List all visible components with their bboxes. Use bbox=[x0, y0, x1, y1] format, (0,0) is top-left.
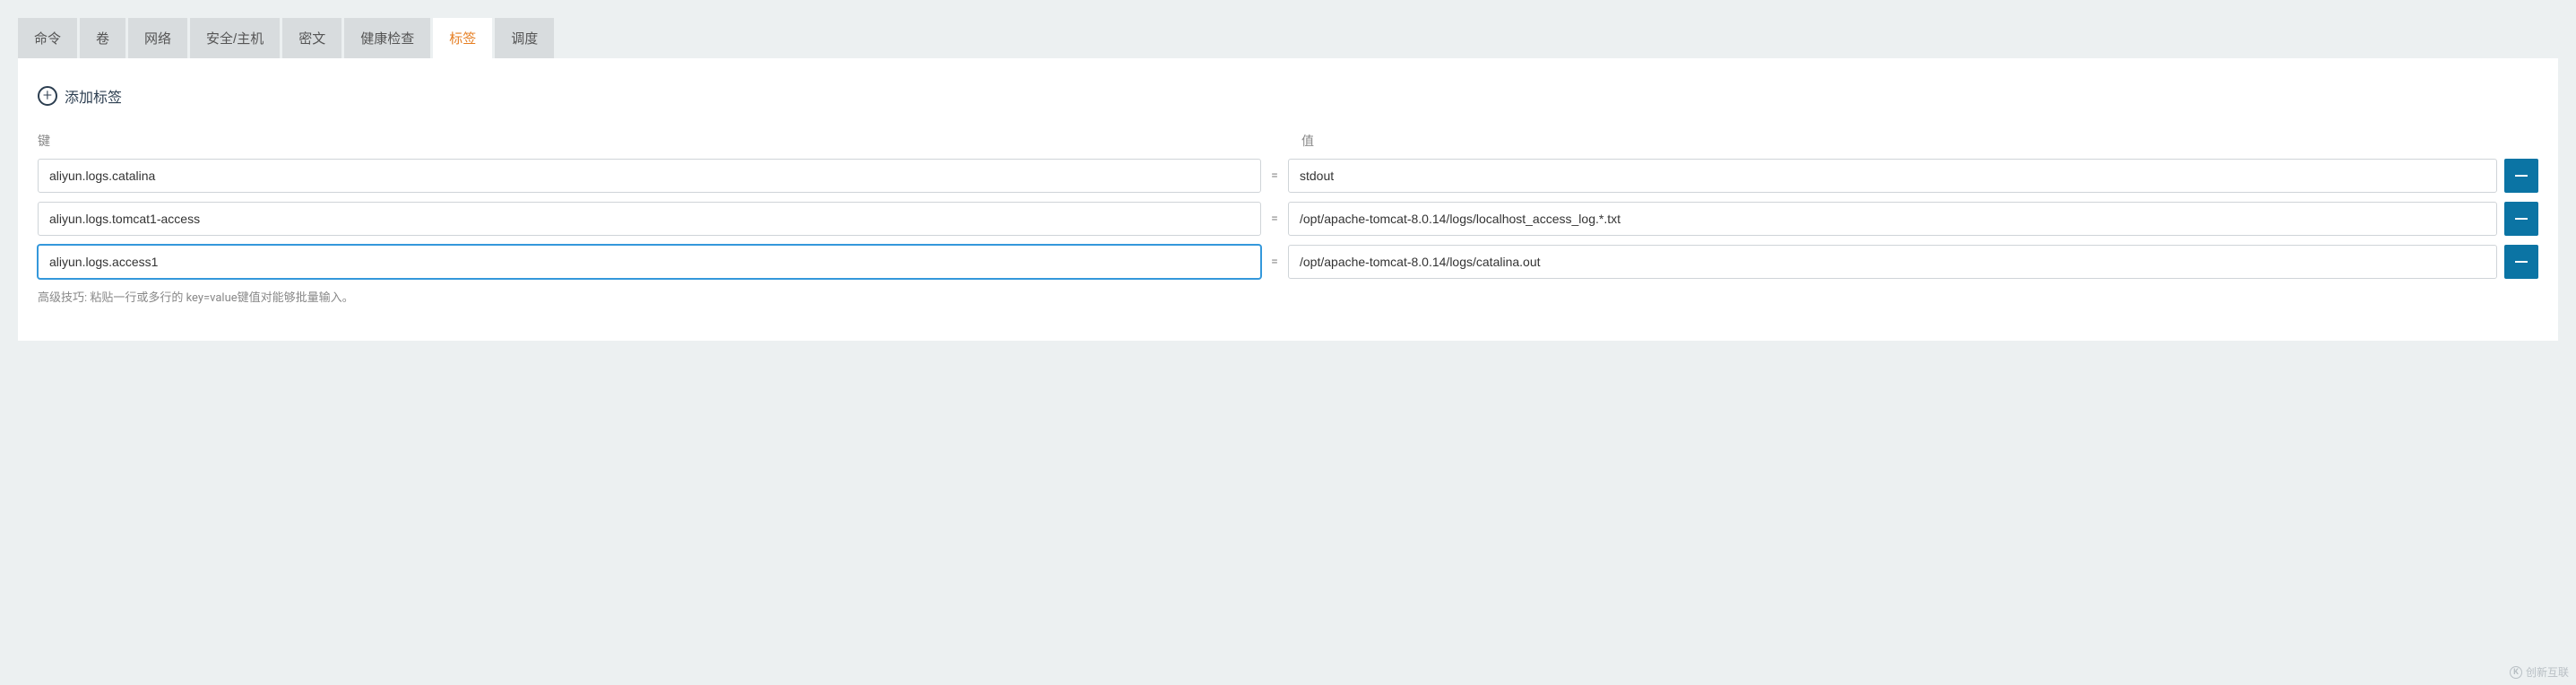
tab-labels[interactable]: 标签 bbox=[433, 18, 492, 58]
tab-security-host[interactable]: 安全/主机 bbox=[190, 18, 280, 58]
tab-volumes[interactable]: 卷 bbox=[80, 18, 125, 58]
hint-text: 高级技巧: 粘贴一行或多行的 key=value键值对能够批量输入。 bbox=[38, 288, 2538, 305]
header-eq bbox=[1275, 132, 1301, 150]
tab-scheduling[interactable]: 调度 bbox=[495, 18, 554, 58]
tab-secrets[interactable]: 密文 bbox=[282, 18, 341, 58]
tab-healthcheck[interactable]: 健康检查 bbox=[344, 18, 430, 58]
header-value: 值 bbox=[1301, 132, 2538, 150]
plus-icon: + bbox=[38, 86, 57, 106]
kv-row: = bbox=[38, 245, 2538, 279]
add-label-button[interactable]: + 添加标签 bbox=[38, 85, 2538, 107]
value-input[interactable] bbox=[1288, 245, 2497, 279]
remove-row-button[interactable] bbox=[2504, 245, 2538, 279]
equals-sign: = bbox=[1261, 169, 1288, 183]
add-label-text: 添加标签 bbox=[65, 85, 122, 107]
labels-panel: + 添加标签 键 值 = = = 高级技巧: 粘贴一行或多行的 key=valu bbox=[18, 58, 2558, 341]
kv-row: = bbox=[38, 159, 2538, 193]
key-input[interactable] bbox=[38, 202, 1261, 236]
minus-icon bbox=[2515, 261, 2528, 264]
watermark: K 创新互联 bbox=[2510, 664, 2569, 680]
watermark-text: 创新互联 bbox=[2526, 664, 2569, 680]
kv-headers: 键 值 bbox=[38, 132, 2538, 150]
minus-icon bbox=[2515, 175, 2528, 178]
value-input[interactable] bbox=[1288, 202, 2497, 236]
tabs-bar: 命令 卷 网络 安全/主机 密文 健康检查 标签 调度 bbox=[18, 18, 2558, 58]
key-input[interactable] bbox=[38, 245, 1261, 279]
equals-sign: = bbox=[1261, 212, 1288, 226]
minus-icon bbox=[2515, 218, 2528, 221]
remove-row-button[interactable] bbox=[2504, 159, 2538, 193]
tab-network[interactable]: 网络 bbox=[128, 18, 187, 58]
value-input[interactable] bbox=[1288, 159, 2497, 193]
equals-sign: = bbox=[1261, 255, 1288, 269]
tab-command[interactable]: 命令 bbox=[18, 18, 77, 58]
watermark-icon: K bbox=[2510, 666, 2522, 679]
remove-row-button[interactable] bbox=[2504, 202, 2538, 236]
page-root: 命令 卷 网络 安全/主机 密文 健康检查 标签 调度 + 添加标签 键 值 =… bbox=[0, 0, 2576, 359]
key-input[interactable] bbox=[38, 159, 1261, 193]
header-key: 键 bbox=[38, 132, 1275, 150]
kv-row: = bbox=[38, 202, 2538, 236]
